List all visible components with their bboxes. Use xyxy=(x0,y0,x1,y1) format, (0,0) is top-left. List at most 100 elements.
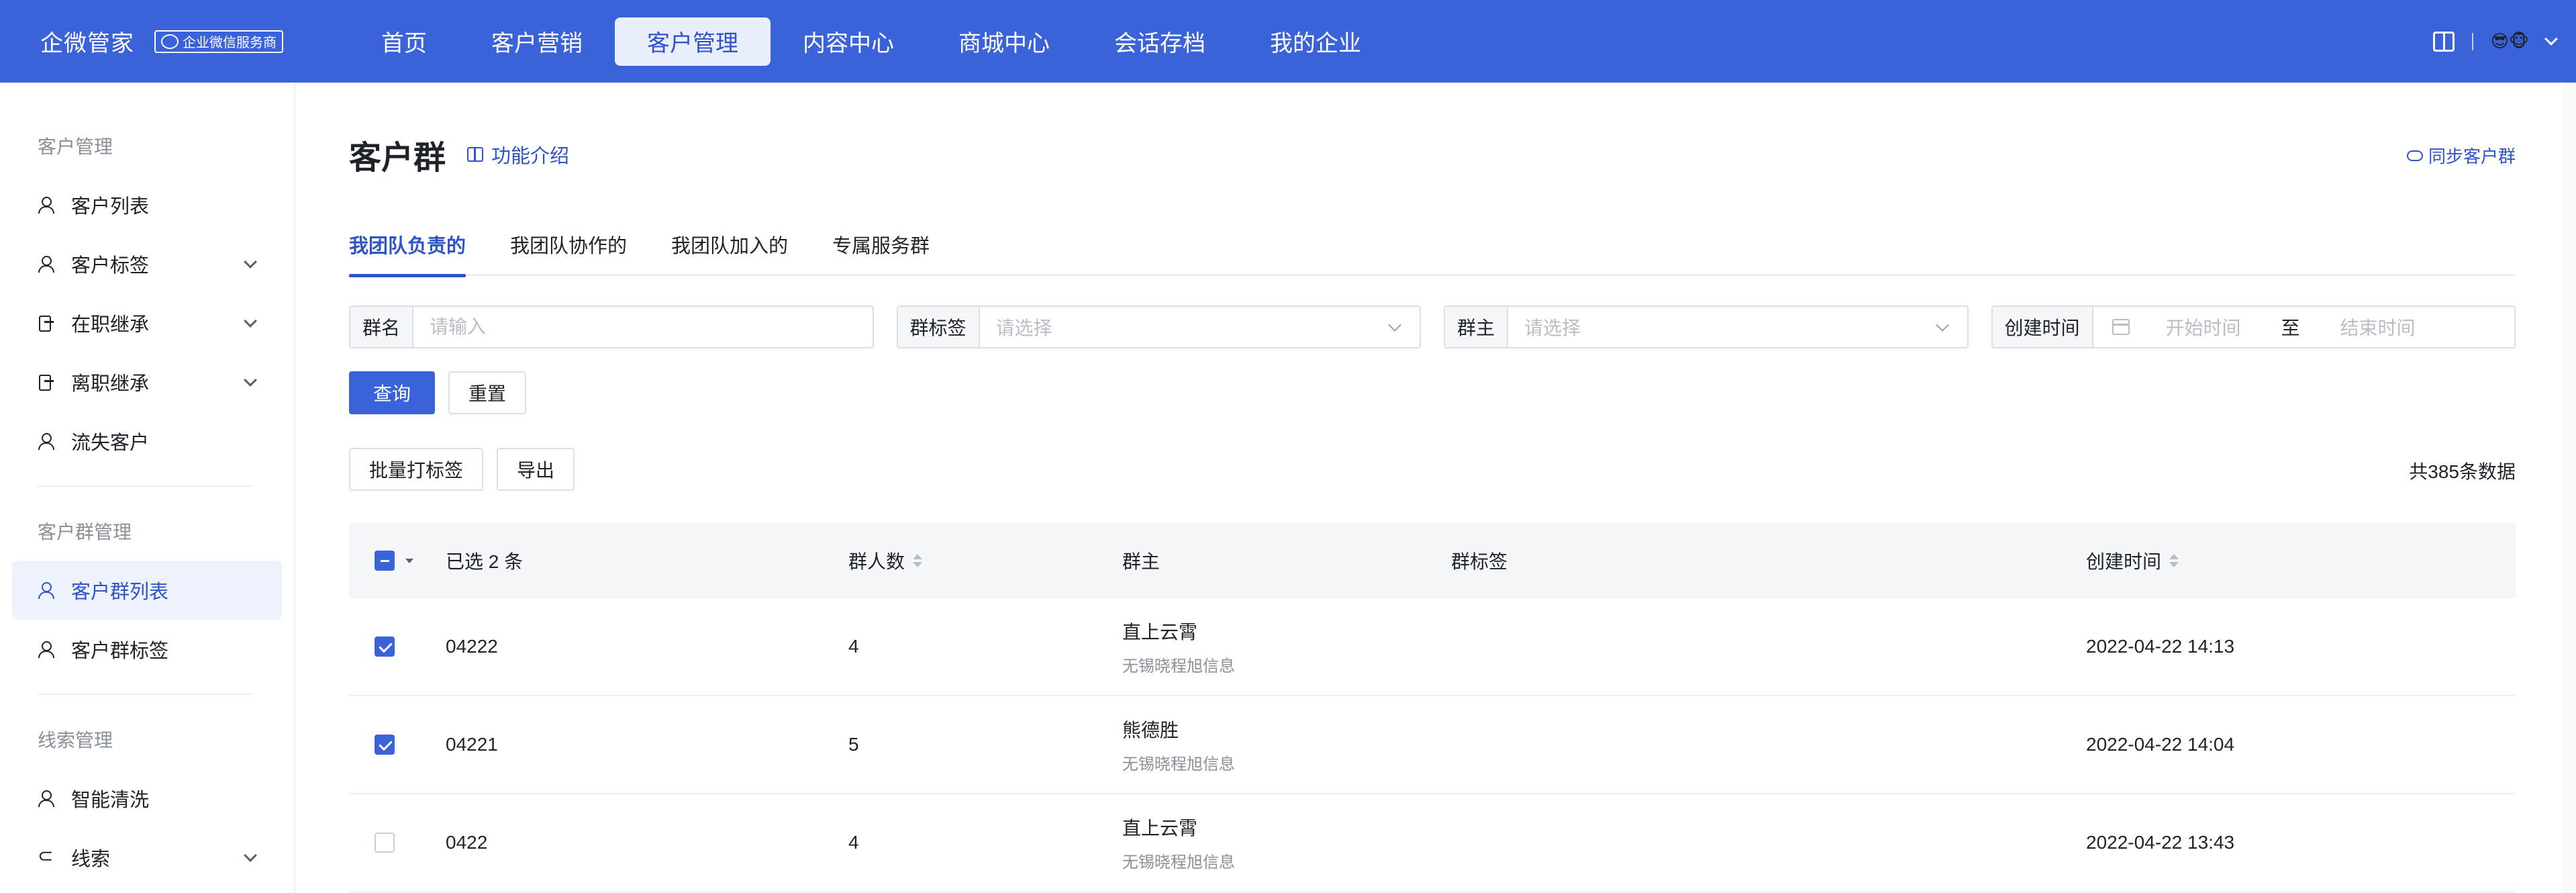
sidebar-item-lost-customers[interactable]: 流失客户 xyxy=(12,412,282,471)
sidebar-item-label: 客户群标签 xyxy=(71,641,169,662)
nav-home[interactable]: 首页 xyxy=(349,17,459,66)
table-row[interactable]: 04222 4 直上云霄 无锡晓程旭信息 2022-04-22 14:13 xyxy=(349,598,2516,696)
member-count: 5 xyxy=(848,734,859,755)
selected-count: 已选 2 条 xyxy=(446,551,524,572)
user-icon xyxy=(38,641,55,658)
owner-name: 直上云霄 xyxy=(1122,817,1198,839)
user-icon xyxy=(38,255,55,273)
owner-name: 直上云霄 xyxy=(1122,621,1198,643)
created-time-filter[interactable]: 创建时间 开始时间 至 结束时间 xyxy=(1991,306,2516,348)
col-members-label: 群人数 xyxy=(848,551,905,572)
group-name: 04222 xyxy=(446,636,498,657)
tab-team-collaborated[interactable]: 我团队协作的 xyxy=(510,230,627,276)
table-header: 已选 2 条 群人数 群主 群标签 创建时间 xyxy=(349,523,2516,598)
filter-bar: 群名 群标签 请选择 群主 请选择 创建时间 开始时间 至 结束时间 xyxy=(349,306,2516,348)
sidebar-item-group-tags[interactable]: 客户群标签 xyxy=(12,620,282,679)
main-content: 客户群 功能介绍 同步客户群 我团队负责的 我团队协作的 我团队加入的 专属服务… xyxy=(349,83,2516,892)
group-tag-select[interactable]: 请选择 xyxy=(980,314,1052,340)
sidebar-divider xyxy=(38,694,254,695)
sync-groups-button[interactable]: 同步客户群 xyxy=(2406,143,2516,168)
sidebar-item-label: 客户列表 xyxy=(71,196,150,218)
owner-select[interactable]: 请选择 xyxy=(1508,314,1581,340)
nav-my-enterprise[interactable]: 我的企业 xyxy=(1238,17,1393,66)
owner-filter[interactable]: 群主 请选择 xyxy=(1444,306,1969,348)
top-navbar: 企微管家 企业微信服务商 首页 客户营销 客户管理 内容中心 商城中心 会话存档… xyxy=(0,0,2576,83)
user-icon xyxy=(38,432,55,450)
owner-org: 无锡晓程旭信息 xyxy=(1122,755,1235,773)
group-name-label: 群名 xyxy=(350,307,414,347)
sidebar-item-group-list[interactable]: 客户群列表 xyxy=(12,561,282,620)
col-created[interactable]: 创建时间 xyxy=(2086,547,2179,574)
sort-icon[interactable] xyxy=(913,554,923,567)
table-row[interactable]: 0422 4 直上云霄 无锡晓程旭信息 2022-04-22 13:43 xyxy=(349,794,2516,892)
sidebar-item-label: 流失客户 xyxy=(71,432,150,454)
col-members[interactable]: 群人数 xyxy=(848,547,923,574)
row-checkbox[interactable] xyxy=(375,637,395,657)
chevron-down-icon xyxy=(244,849,257,862)
start-date-input[interactable]: 开始时间 xyxy=(2130,314,2277,340)
page-scrollbar[interactable] xyxy=(2563,83,2576,893)
sidebar-item-customer-list[interactable]: 客户列表 xyxy=(12,175,282,234)
brand[interactable]: 企微管家 企业微信服务商 xyxy=(40,25,336,58)
sort-icon[interactable] xyxy=(2169,554,2179,567)
user-icon xyxy=(38,196,55,214)
sidebar-item-label: 智能清洗 xyxy=(71,790,150,811)
total-count: 共385条数据 xyxy=(2409,461,2516,482)
nav-customer-marketing[interactable]: 客户营销 xyxy=(459,17,615,66)
select-all-checkbox[interactable] xyxy=(375,551,395,571)
feature-intro-link[interactable]: 功能介绍 xyxy=(467,140,569,169)
nav-mall-center[interactable]: 商城中心 xyxy=(926,17,1082,66)
sidebar-item-smart-cleaning[interactable]: 智能清洗 xyxy=(12,769,282,828)
tab-dedicated-service[interactable]: 专属服务群 xyxy=(832,230,930,276)
batch-tag-button[interactable]: 批量打标签 xyxy=(349,448,484,491)
query-button[interactable]: 查询 xyxy=(349,371,435,414)
chevron-down-icon[interactable] xyxy=(2544,32,2558,46)
end-date-input[interactable]: 结束时间 xyxy=(2304,314,2452,340)
tab-team-owned[interactable]: 我团队负责的 xyxy=(349,230,466,277)
group-name-input[interactable] xyxy=(413,307,873,347)
owner-cell: 直上云霄 无锡晓程旭信息 xyxy=(1122,618,1235,676)
nav-customer-management[interactable]: 客户管理 xyxy=(615,17,771,66)
owner-cell: 直上云霄 无锡晓程旭信息 xyxy=(1122,814,1235,872)
export-button[interactable]: 导出 xyxy=(497,448,575,491)
sidebar-item-label: 线索 xyxy=(71,849,111,870)
sidebar-group-customer: 客户管理 xyxy=(38,136,113,157)
reset-button[interactable]: 重置 xyxy=(448,371,527,414)
caret-down-icon[interactable] xyxy=(405,558,413,563)
row-checkbox[interactable] xyxy=(375,735,395,755)
feature-intro-label: 功能介绍 xyxy=(491,146,570,167)
sidebar-item-customer-tags[interactable]: 客户标签 xyxy=(12,234,282,293)
group-tag-filter[interactable]: 群标签 请选择 xyxy=(896,306,1421,348)
owner-label: 群主 xyxy=(1445,307,1509,347)
avatar[interactable]: 😎🐵 xyxy=(2491,31,2529,52)
col-created-label: 创建时间 xyxy=(2086,551,2162,572)
sidebar: 客户管理 客户列表 客户标签 在职继承 离职继承 流失客户 客户群管理 客户群列… xyxy=(0,83,295,893)
brand-name: 企微管家 xyxy=(40,31,134,56)
help-book-icon[interactable] xyxy=(2432,31,2455,52)
table-actions: 批量打标签 导出 xyxy=(349,448,575,491)
calendar-icon xyxy=(2112,319,2130,335)
date-range-picker[interactable]: 开始时间 至 结束时间 xyxy=(2093,307,2514,347)
chevron-down-icon xyxy=(244,314,257,328)
sidebar-item-onjob-transfer[interactable]: 在职继承 xyxy=(12,293,282,352)
wecom-partner-badge: 企业微信服务商 xyxy=(154,30,283,53)
chevron-down-icon xyxy=(1935,318,1949,332)
door-icon xyxy=(38,373,55,391)
tab-team-joined[interactable]: 我团队加入的 xyxy=(671,230,788,276)
group-name: 0422 xyxy=(446,832,488,853)
group-table: 已选 2 条 群人数 群主 群标签 创建时间 04222 4 直上云霄 无锡晓程… xyxy=(349,523,2516,892)
sidebar-item-label: 在职继承 xyxy=(71,314,150,336)
member-count: 4 xyxy=(848,636,859,657)
sidebar-item-resigned-transfer[interactable]: 离职继承 xyxy=(12,352,282,412)
table-row[interactable]: 04221 5 熊德胜 无锡晓程旭信息 2022-04-22 14:04 xyxy=(349,696,2516,794)
filter-actions: 查询 重置 xyxy=(349,371,527,414)
chevron-down-icon xyxy=(1388,318,1401,332)
col-owner: 群主 xyxy=(1122,551,1160,572)
group-tag-label: 群标签 xyxy=(897,307,980,347)
row-checkbox[interactable] xyxy=(375,833,395,853)
nav-chat-archive[interactable]: 会话存档 xyxy=(1082,17,1238,66)
sidebar-divider xyxy=(38,485,254,487)
sidebar-item-leads[interactable]: 线索 xyxy=(12,828,282,887)
owner-org: 无锡晓程旭信息 xyxy=(1122,853,1235,872)
nav-content-center[interactable]: 内容中心 xyxy=(771,17,926,66)
